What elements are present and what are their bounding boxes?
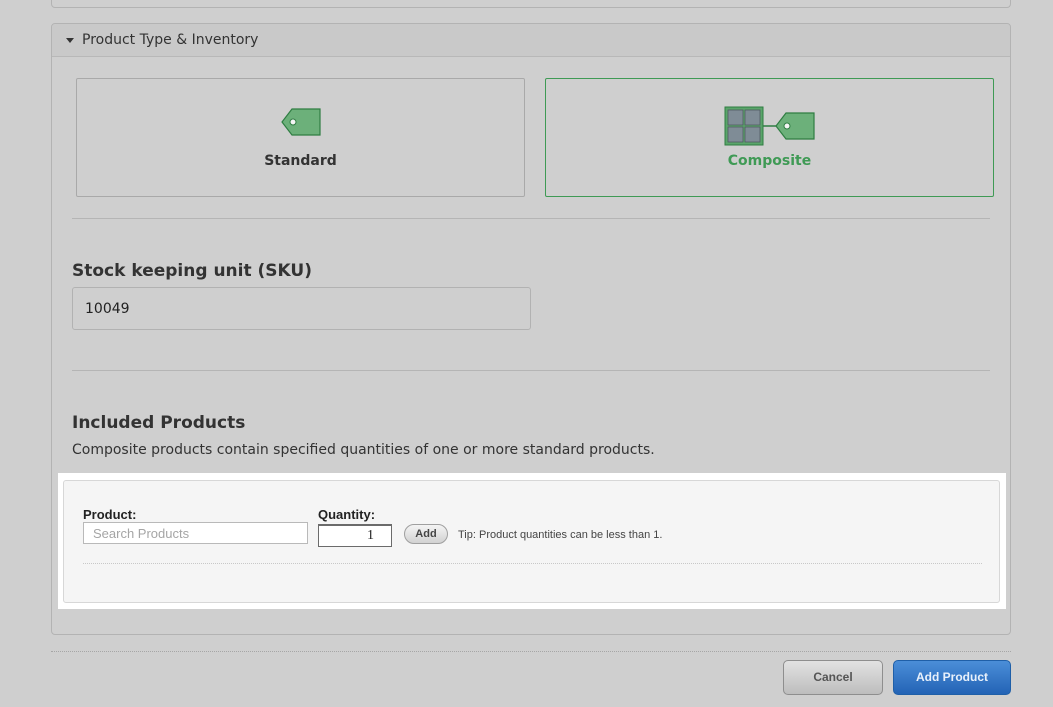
divider [72, 218, 990, 219]
previous-section-edge [51, 0, 1011, 8]
sku-label: Stock keeping unit (SKU) [72, 261, 312, 281]
sku-input[interactable] [72, 287, 531, 330]
caret-down-icon[interactable] [66, 37, 74, 43]
quantity-input[interactable] [318, 524, 392, 547]
search-products-input[interactable] [83, 522, 308, 544]
cancel-button[interactable]: Cancel [783, 660, 883, 695]
quantity-label: Quantity: [318, 507, 376, 522]
add-included-product-button[interactable]: Add [404, 524, 448, 544]
composite-label: Composite [727, 153, 812, 169]
divider [72, 370, 990, 371]
standard-type-card[interactable]: Standard [76, 78, 525, 197]
included-products-description: Composite products contain specified qua… [72, 442, 655, 458]
dotted-divider [83, 563, 982, 564]
section-header[interactable]: Product Type & Inventory [52, 24, 1010, 57]
footer-divider [51, 651, 1011, 652]
composite-grid-tag-icon [724, 106, 818, 150]
section-title: Product Type & Inventory [82, 32, 259, 48]
composite-type-card[interactable]: Composite [545, 78, 994, 197]
product-label: Product: [83, 507, 137, 522]
standard-label: Standard [264, 153, 337, 169]
add-product-button[interactable]: Add Product [893, 660, 1011, 695]
included-products-highlight: Product: Quantity: Add Tip: Product quan… [58, 473, 1006, 609]
tag-icon [280, 107, 322, 141]
quantity-tip: Tip: Product quantities can be less than… [458, 529, 663, 541]
included-products-panel: Product: Quantity: Add Tip: Product quan… [63, 480, 1000, 603]
included-products-heading: Included Products [72, 413, 246, 433]
